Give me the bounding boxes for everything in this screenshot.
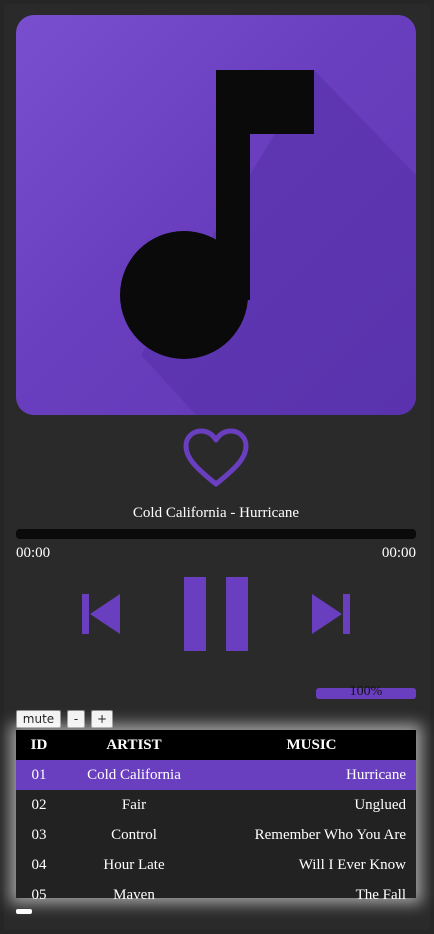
- row-id: 03: [31, 826, 47, 843]
- playlist-row[interactable]: 05 Maven The Fall: [16, 880, 416, 910]
- volume-label: 100%: [349, 684, 383, 699]
- volume-up-button[interactable]: +: [91, 710, 113, 728]
- row-artist: Fair: [121, 796, 147, 813]
- header-music: MUSIC: [206, 730, 416, 760]
- row-id: 01: [16, 760, 62, 790]
- playlist-header-row: ID ARTIST MUSIC: [16, 730, 416, 760]
- previous-button[interactable]: [80, 594, 122, 634]
- row-artist: Hour Late: [103, 856, 165, 873]
- skip-next-icon: [312, 594, 350, 634]
- favorite-heart-icon[interactable]: [182, 428, 250, 490]
- row-artist: Control: [111, 826, 157, 843]
- playlist-row[interactable]: 01 Cold California Hurricane: [16, 760, 416, 790]
- header-artist: ARTIST: [62, 730, 206, 760]
- playlist: ID ARTIST MUSIC 01 Cold California Hurri…: [16, 730, 416, 903]
- row-artist: Cold California: [62, 760, 206, 790]
- row-artist: Maven: [113, 886, 155, 903]
- current-time: 00:00: [16, 545, 51, 561]
- header-id: ID: [16, 730, 62, 760]
- volume-down-button[interactable]: -: [67, 710, 85, 728]
- row-music: Will I Ever Know: [298, 856, 406, 873]
- seek-bar[interactable]: [16, 529, 416, 539]
- total-time: 00:00: [381, 545, 416, 561]
- row-music: Remember Who You Are: [254, 826, 406, 843]
- mute-button[interactable]: mute: [16, 710, 61, 728]
- playlist-table: ID ARTIST MUSIC 01 Cold California Hurri…: [16, 730, 416, 910]
- now-playing-title: Cold California - Hurricane: [132, 505, 300, 521]
- next-button[interactable]: [310, 594, 352, 634]
- row-id: 04: [31, 856, 47, 873]
- playlist-row[interactable]: 03 Control Remember Who You Are: [16, 820, 416, 850]
- row-id: 02: [31, 796, 47, 813]
- music-note-icon: [120, 70, 416, 415]
- row-music: Unglued: [354, 796, 406, 813]
- scrollbar-thumb[interactable]: [16, 909, 32, 914]
- playlist-row[interactable]: 04 Hour Late Will I Ever Know: [16, 850, 416, 880]
- playlist-row[interactable]: 02 Fair Unglued: [16, 790, 416, 820]
- row-music: The Fall: [355, 886, 406, 903]
- volume-bar[interactable]: 100%: [316, 684, 416, 699]
- skip-previous-icon: [82, 594, 120, 634]
- album-cover: [16, 15, 416, 415]
- row-music: Hurricane: [206, 760, 416, 790]
- row-id: 05: [31, 886, 47, 903]
- pause-icon: [184, 577, 248, 651]
- pause-button[interactable]: [184, 577, 248, 651]
